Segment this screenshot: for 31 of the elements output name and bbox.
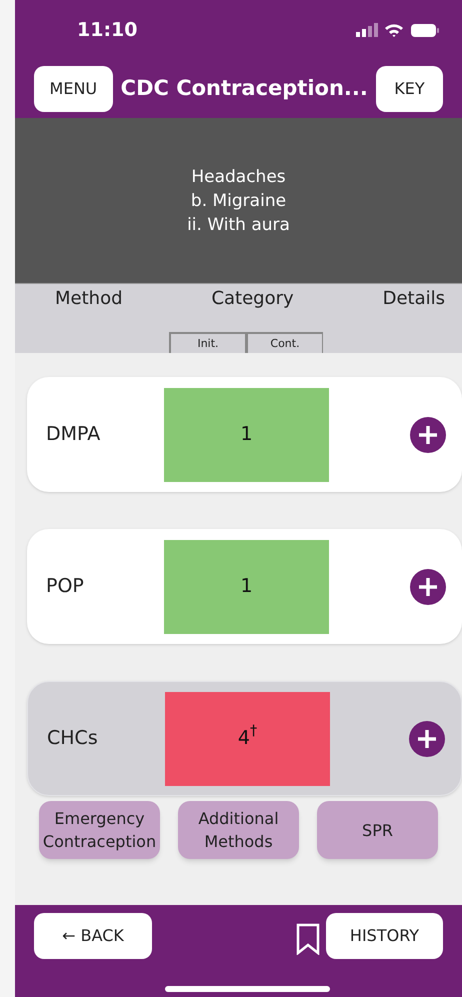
history-button[interactable]: HISTORY: [326, 913, 443, 959]
column-header: Category: [211, 287, 294, 311]
battery-icon: [410, 22, 440, 38]
add-icon[interactable]: [410, 568, 446, 604]
method-row[interactable]: POP 1: [27, 529, 462, 644]
method-name: DMPA: [45, 422, 102, 448]
subcolumn-header: Cont.: [246, 332, 323, 353]
section-button[interactable]: Emergency Contraception: [39, 801, 160, 859]
key-button[interactable]: KEY: [376, 66, 443, 112]
signal-icon: [356, 23, 378, 37]
category-cell: 1: [164, 540, 329, 634]
method-row[interactable]: DMPA 1: [27, 377, 462, 492]
menu-button[interactable]: MENU: [34, 66, 113, 112]
add-icon[interactable]: [410, 416, 446, 452]
column-header: Details: [382, 287, 445, 311]
category-cell: 1: [164, 388, 329, 482]
back-button[interactable]: ← BACK: [34, 913, 152, 959]
category-cell: 4$^{†}$: [165, 692, 330, 786]
subcolumn-header: Init.: [169, 332, 246, 353]
section-button[interactable]: Additional Methods: [178, 801, 299, 859]
method-name: POP: [45, 574, 85, 600]
bookmark-icon[interactable]: [296, 923, 320, 955]
column-header: Method: [55, 287, 123, 311]
app-title: CDC Contraception...: [120, 75, 368, 102]
method-name: CHCs: [46, 726, 99, 752]
add-icon[interactable]: [409, 720, 445, 756]
method-row[interactable]: CHCs 4$^{†}$: [27, 681, 462, 796]
wifi-icon: [384, 22, 404, 38]
status-time: 11:10: [77, 18, 138, 43]
section-button[interactable]: SPR: [317, 801, 438, 859]
condition-title: Headaches b. Migraine ii. With aura: [187, 166, 290, 236]
